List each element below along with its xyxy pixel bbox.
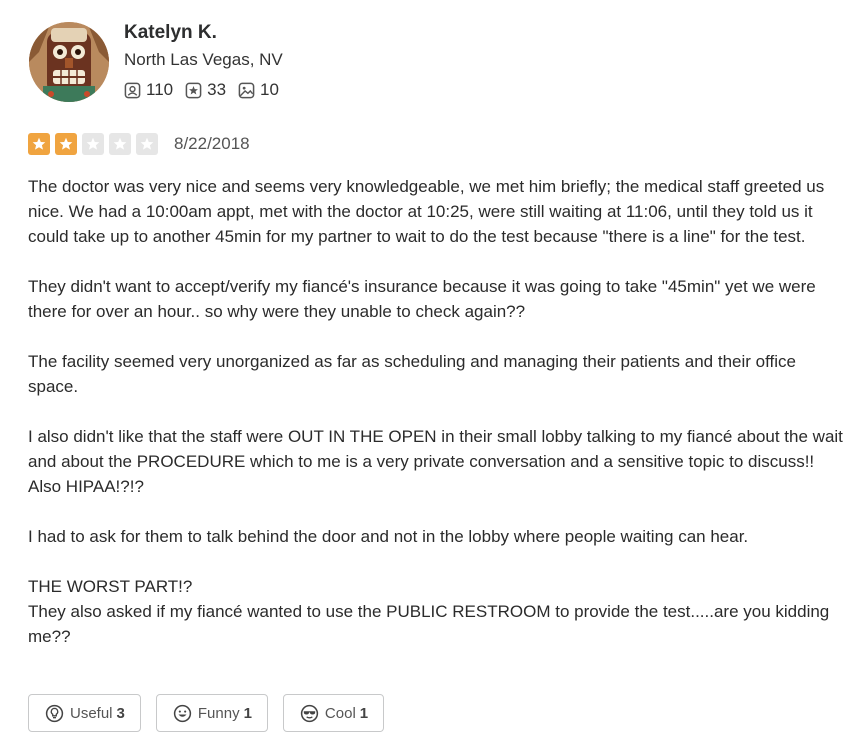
reaction-buttons: Useful 3 Funny 1 Cool 1 [28, 694, 399, 732]
review-paragraph: The doctor was very nice and seems very … [28, 177, 825, 246]
review-paragraph: The facility seemed very unorganized as … [28, 352, 796, 396]
funny-count: 1 [243, 704, 252, 722]
review-paragraph: They didn't want to accept/verify my fia… [28, 277, 816, 321]
review-card: Katelyn K. North Las Vegas, NV 110 33 10… [0, 0, 855, 738]
cool-label: Cool [324, 704, 356, 722]
star-icon [140, 137, 154, 150]
review-star-icon [185, 82, 202, 98]
cool-count: 1 [359, 704, 369, 722]
star-empty [82, 133, 104, 155]
sunglasses-icon [300, 704, 319, 722]
star-icon [32, 137, 46, 150]
rating-row: 8/22/2018 [28, 133, 250, 155]
reviews-count: 33 [207, 80, 227, 99]
star-empty [109, 133, 131, 155]
photos-count: 10 [260, 80, 279, 99]
tiki-mask-avatar-icon [29, 22, 109, 102]
funny-label: Funny [197, 704, 240, 722]
review-date: 8/22/2018 [174, 134, 250, 153]
star-empty [136, 133, 158, 155]
star-filled [55, 133, 77, 155]
cool-button[interactable]: Cool 1 [282, 694, 385, 732]
user-name[interactable]: Katelyn K. [124, 22, 217, 44]
star-icon [113, 137, 127, 150]
star-icon [59, 137, 73, 150]
review-paragraph: I had to ask for them to talk behind the… [28, 527, 749, 546]
user-location: North Las Vegas, NV [124, 50, 283, 69]
photo-icon [238, 82, 255, 98]
funny-button[interactable]: Funny 1 [155, 694, 268, 732]
user-avatar[interactable] [29, 22, 109, 102]
smile-icon [173, 704, 192, 722]
friends-count: 110 [146, 80, 174, 99]
review-text: The doctor was very nice and seems very … [28, 174, 843, 649]
review-paragraph: THE WORST PART!? They also asked if my f… [28, 577, 830, 646]
friends-stat: 110 [124, 80, 173, 100]
useful-button[interactable]: Useful 3 [28, 694, 141, 732]
lightbulb-icon [45, 704, 64, 722]
useful-count: 3 [116, 704, 125, 722]
review-paragraph: I also didn't like that the staff were O… [28, 427, 843, 496]
star-rating [28, 133, 163, 155]
photos-stat: 10 [238, 80, 279, 100]
reviews-stat: 33 [185, 80, 226, 100]
user-stats: 110 33 10 [124, 80, 291, 100]
friends-icon [124, 82, 141, 98]
star-icon [86, 137, 100, 150]
useful-label: Useful [70, 704, 113, 722]
star-filled [28, 133, 50, 155]
